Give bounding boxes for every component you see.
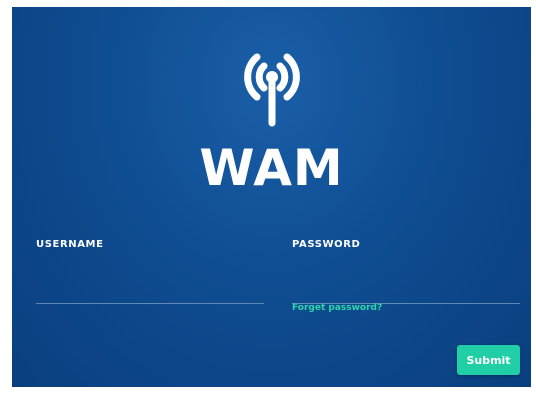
logo: WAM xyxy=(12,47,531,207)
login-screen: WAM USERNAME PASSWORD Forget password? S… xyxy=(12,7,531,387)
forgot-password-link[interactable]: Forget password? xyxy=(292,303,382,313)
username-input[interactable] xyxy=(36,278,264,304)
password-field: PASSWORD xyxy=(292,239,520,304)
antenna-broadcast-icon xyxy=(243,53,300,127)
password-input[interactable] xyxy=(292,278,520,304)
brand-name: WAM xyxy=(199,139,344,197)
submit-button[interactable]: Submit xyxy=(457,345,520,375)
password-label: PASSWORD xyxy=(292,239,361,250)
username-field: USERNAME xyxy=(36,239,264,304)
username-label: USERNAME xyxy=(36,239,104,250)
